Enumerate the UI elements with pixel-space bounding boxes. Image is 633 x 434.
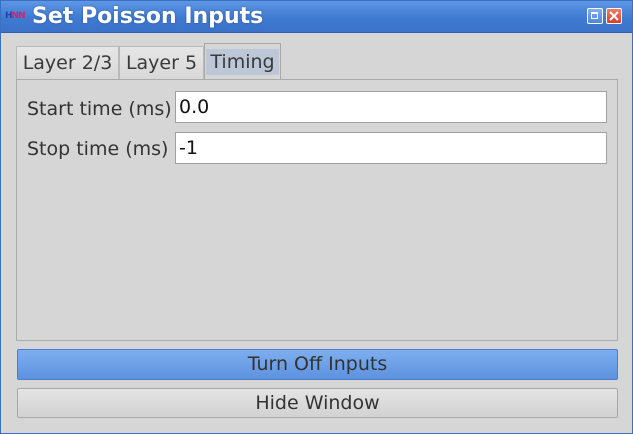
stop-time-label: Stop time (ms)	[27, 138, 169, 160]
turn-off-inputs-button[interactable]: Turn Off Inputs	[17, 349, 618, 380]
start-time-label: Start time (ms)	[27, 98, 172, 120]
stop-time-input[interactable]: -1	[175, 132, 607, 164]
app-icon-nn: NN	[11, 11, 26, 21]
tab-label: Timing	[206, 49, 279, 75]
tab-label: Layer 5	[125, 52, 198, 74]
tab-timing[interactable]: Timing	[204, 43, 281, 80]
close-icon[interactable]	[606, 8, 622, 24]
title-bar[interactable]: HNN Set Poisson Inputs	[1, 1, 632, 33]
tab-layer-5[interactable]: Layer 5	[119, 46, 204, 79]
app-icon: HNN	[5, 8, 27, 24]
dialog-window: HNN Set Poisson Inputs Layer 2/3 Layer 5…	[0, 0, 633, 434]
maximize-icon[interactable]	[587, 8, 603, 24]
hide-window-button[interactable]: Hide Window	[17, 388, 618, 418]
timing-panel: Start time (ms) 0.0 Stop time (ms) -1	[16, 79, 618, 341]
tab-layer-2-3[interactable]: Layer 2/3	[16, 46, 119, 79]
window-title: Set Poisson Inputs	[32, 4, 264, 29]
tab-label: Layer 2/3	[22, 52, 113, 74]
start-time-input[interactable]: 0.0	[175, 91, 607, 123]
